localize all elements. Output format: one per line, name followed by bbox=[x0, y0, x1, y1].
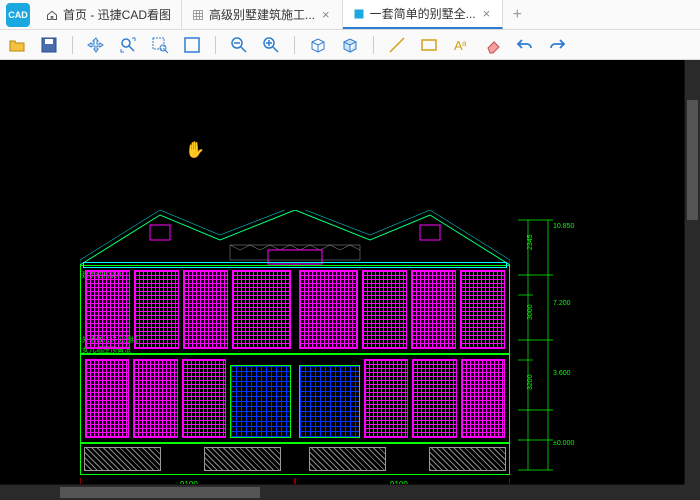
title-bar: CAD 首页 - 迅捷CAD看图 高级别墅建筑施工... × 一套简单的别墅全.… bbox=[0, 0, 700, 30]
scrollbar-vertical[interactable] bbox=[684, 60, 700, 484]
svg-text:a: a bbox=[462, 39, 467, 48]
view-3d-button[interactable] bbox=[309, 36, 327, 54]
tab-doc-1[interactable]: 高级别墅建筑施工... × bbox=[182, 0, 343, 29]
tab-label: 一套简单的别墅全... bbox=[370, 5, 476, 22]
svg-text:3.600: 3.600 bbox=[553, 370, 571, 377]
cad-doc-icon bbox=[353, 8, 365, 20]
zoom-window-button[interactable] bbox=[151, 36, 169, 54]
fullscreen-button[interactable] bbox=[183, 36, 201, 54]
tab-doc-2[interactable]: 一套简单的别墅全... × bbox=[343, 0, 504, 29]
drawing-viewport[interactable]: ✋ 建筑结构说明 外墙做法详见图纸 女儿墙压顶做法 bbox=[0, 60, 700, 500]
measure-button[interactable] bbox=[388, 36, 406, 54]
zoom-extents-button[interactable] bbox=[119, 36, 137, 54]
floor-1 bbox=[80, 354, 510, 443]
pan-cursor-icon: ✋ bbox=[185, 140, 205, 160]
scroll-thumb[interactable] bbox=[60, 487, 260, 498]
undo-button[interactable] bbox=[516, 36, 534, 54]
balcony-rail bbox=[83, 262, 507, 268]
scroll-corner bbox=[684, 484, 700, 500]
cad-drawing bbox=[80, 210, 510, 475]
separator bbox=[294, 36, 295, 54]
svg-text:±0.000: ±0.000 bbox=[553, 440, 574, 447]
tab-label: 首页 - 迅捷CAD看图 bbox=[63, 6, 171, 23]
scroll-thumb[interactable] bbox=[687, 100, 698, 220]
svg-text:3000: 3000 bbox=[527, 304, 534, 320]
base-floor bbox=[80, 443, 510, 475]
grid-icon bbox=[192, 9, 204, 21]
svg-text:10.850: 10.850 bbox=[553, 223, 575, 230]
rect-tool-button[interactable] bbox=[420, 36, 438, 54]
redo-button[interactable] bbox=[548, 36, 566, 54]
box-3d-button[interactable] bbox=[341, 36, 359, 54]
zoom-in-button[interactable] bbox=[262, 36, 280, 54]
scrollbar-horizontal[interactable] bbox=[0, 484, 684, 500]
open-button[interactable] bbox=[8, 36, 26, 54]
tab-strip: 首页 - 迅捷CAD看图 高级别墅建筑施工... × 一套简单的别墅全... ×… bbox=[36, 0, 700, 29]
erase-button[interactable] bbox=[484, 36, 502, 54]
save-button[interactable] bbox=[40, 36, 58, 54]
toolbar: Aa bbox=[0, 30, 700, 60]
zoom-out-button[interactable] bbox=[230, 36, 248, 54]
tab-label: 高级别墅建筑施工... bbox=[209, 6, 315, 23]
roof bbox=[80, 210, 510, 265]
floor-2 bbox=[80, 265, 510, 354]
svg-text:2345: 2345 bbox=[527, 234, 534, 250]
svg-text:3200: 3200 bbox=[527, 374, 534, 390]
app-icon: CAD bbox=[6, 3, 30, 27]
close-icon[interactable]: × bbox=[481, 6, 493, 21]
tab-home[interactable]: 首页 - 迅捷CAD看图 bbox=[36, 0, 182, 29]
new-tab-button[interactable]: + bbox=[503, 0, 531, 29]
home-icon bbox=[46, 9, 58, 21]
separator bbox=[72, 36, 73, 54]
text-tool-button[interactable]: Aa bbox=[452, 36, 470, 54]
svg-text:7.200: 7.200 bbox=[553, 300, 571, 307]
separator bbox=[215, 36, 216, 54]
pan-button[interactable] bbox=[87, 36, 105, 54]
close-icon[interactable]: × bbox=[320, 7, 332, 22]
dimension-right: 2345 3000 3200 7.200 3.600 ±0.000 10.850 bbox=[518, 200, 588, 480]
separator bbox=[373, 36, 374, 54]
